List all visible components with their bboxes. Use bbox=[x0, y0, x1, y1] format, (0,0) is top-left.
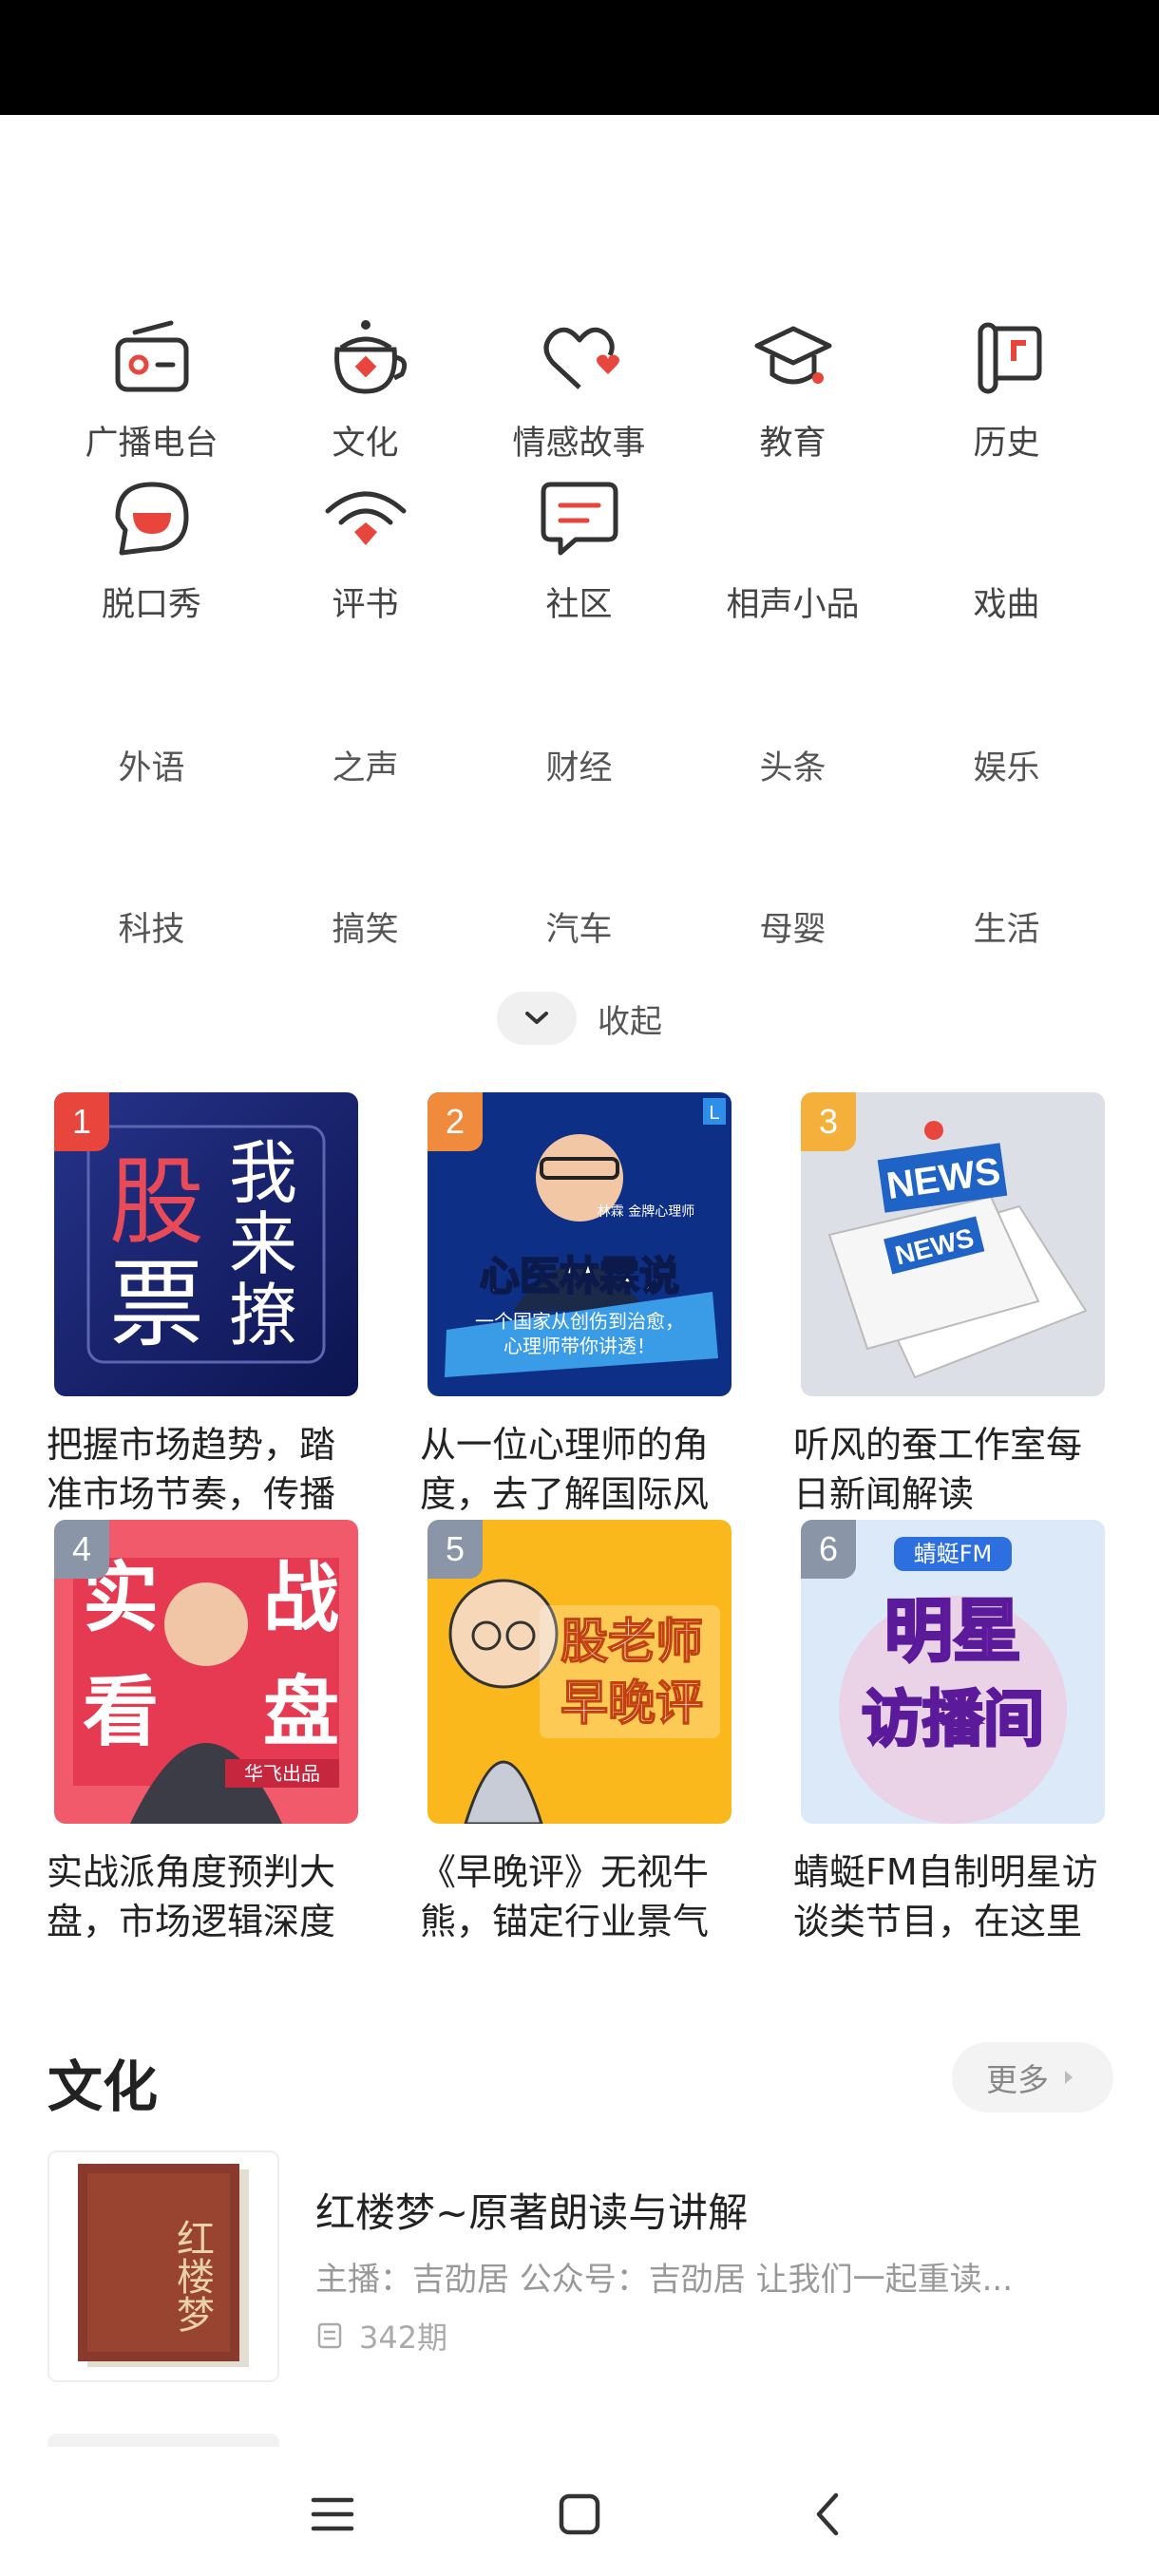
chat-lines-icon bbox=[541, 482, 618, 556]
scroll-icon bbox=[978, 322, 1041, 394]
collapse-button[interactable] bbox=[497, 992, 577, 1045]
album-title[interactable]: 实战派角度预判大盘，市场逻辑深度 bbox=[47, 1847, 366, 1946]
rank-badge: 3 bbox=[801, 1092, 856, 1151]
category-label: 生活 bbox=[973, 911, 1040, 949]
menu-button[interactable] bbox=[290, 2472, 375, 2557]
rank-badge: 1 bbox=[54, 1092, 109, 1151]
back-button[interactable] bbox=[784, 2472, 869, 2557]
cover-text: 红楼梦 bbox=[170, 2219, 214, 2333]
rank-badge: 2 bbox=[428, 1092, 483, 1151]
episode-count: 342期 bbox=[315, 2314, 447, 2358]
home-button[interactable] bbox=[537, 2472, 622, 2557]
album-cover[interactable]: 蜻蜓FM 明星 访播间 6 bbox=[801, 1520, 1105, 1824]
category-grid: 广播电台 文化 情感故事 教育 历史 脱口秀 评书 社区 相声小品 戏曲 外语 … bbox=[0, 294, 1159, 949]
album-cover[interactable]: 股 票 我 来 撩 1 bbox=[54, 1092, 358, 1396]
album-cover[interactable]: 实 战 看 盘 华飞出品 4 bbox=[54, 1520, 358, 1824]
cover-text: 访播间 bbox=[862, 1685, 1044, 1755]
cover-text: 明星 bbox=[884, 1591, 1021, 1671]
album-title[interactable]: 《早晚评》无视牛熊，锚定行业景气 bbox=[420, 1847, 739, 1946]
more-label: 更多 bbox=[986, 2061, 1049, 2098]
cover-text: 股老师 bbox=[560, 1614, 703, 1669]
category-row: 广播电台 文化 情感故事 教育 历史 bbox=[0, 294, 1159, 463]
album-title[interactable]: 红楼梦~原著朗读与讲解 bbox=[315, 2181, 748, 2239]
cover-text: 撩 bbox=[229, 1276, 297, 1355]
home-square-icon bbox=[559, 2493, 600, 2535]
menu-icon bbox=[311, 2497, 354, 2531]
graduation-cap-icon bbox=[754, 326, 831, 385]
album-title[interactable]: 听风的蚕工作室每日新闻解读 bbox=[793, 1420, 1112, 1519]
category-label: 母婴 bbox=[759, 911, 826, 949]
next-album-peek bbox=[48, 2434, 279, 2447]
cover-text: 一个国家从创伤到治愈， bbox=[475, 1310, 684, 1333]
album-cover[interactable]: L 林霖 金牌心理师 心医林霖说 一个国家从创伤到治愈， 心理师带你讲透！ 2 bbox=[428, 1092, 732, 1396]
cover-text: 战 bbox=[263, 1554, 339, 1642]
cover-text: 林霖 金牌心理师 bbox=[598, 1203, 694, 1220]
cover-text: 心医林霖说 bbox=[480, 1253, 679, 1299]
heart-chat-icon bbox=[543, 327, 619, 389]
more-button[interactable]: 更多 bbox=[952, 2042, 1113, 2112]
collapse-toggle[interactable]: 收起 bbox=[497, 992, 687, 1045]
rank-badge: 4 bbox=[54, 1520, 109, 1579]
cover-text: 我 bbox=[229, 1133, 297, 1213]
wifi-fan-icon bbox=[325, 491, 406, 545]
book-cover: 红楼梦 bbox=[49, 2152, 277, 2380]
album-list-item[interactable]: 红楼梦 红楼梦~原著朗读与讲解 主播：吉劭居 公众号：吉劭居 让我们一起重读..… bbox=[48, 2150, 1121, 2382]
cover-text: 早晚评 bbox=[560, 1676, 703, 1731]
category-row: 科技 搞笑 汽车 母婴 生活 bbox=[0, 779, 1159, 949]
cover-text: 来 bbox=[229, 1204, 297, 1284]
cover-text: 华飞出品 bbox=[244, 1762, 320, 1785]
category-label: 汽车 bbox=[545, 911, 613, 949]
collapse-label: 收起 bbox=[598, 1002, 662, 1041]
album-title[interactable]: 把握市场趋势，踏准市场节奏，传播 bbox=[47, 1420, 366, 1519]
category-label: 科技 bbox=[118, 911, 185, 949]
cover-text: 股 bbox=[109, 1146, 204, 1258]
album-cover[interactable]: 股老师 早晚评 5 bbox=[428, 1520, 732, 1824]
category-label: 搞笑 bbox=[332, 911, 399, 949]
album-description: 主播：吉劭居 公众号：吉劭居 让我们一起重读... bbox=[315, 2261, 1014, 2299]
chevron-down-icon bbox=[525, 1012, 548, 1024]
album-title[interactable]: 从一位心理师的角度，去了解国际风 bbox=[420, 1420, 739, 1519]
album-thumbnail[interactable]: 红楼梦 bbox=[48, 2150, 279, 2382]
episode-count-text: 342期 bbox=[359, 2320, 448, 2356]
cover-text: 蜻蜓FM bbox=[914, 1541, 993, 1567]
album-cover[interactable]: NEWS NEWS 3 bbox=[801, 1092, 1105, 1396]
list-icon bbox=[317, 2322, 342, 2349]
status-bar bbox=[0, 0, 1159, 115]
back-chevron-icon bbox=[816, 2492, 839, 2536]
chevron-right-icon bbox=[1065, 2071, 1073, 2084]
section-title: 文化 bbox=[48, 2055, 159, 2119]
mouth-bubble-icon bbox=[115, 482, 188, 556]
rank-badge: 6 bbox=[801, 1520, 856, 1579]
category-row: 脱口秀 评书 社区 相声小品 戏曲 bbox=[0, 456, 1159, 624]
radio-icon bbox=[115, 320, 188, 392]
cover-text: 盘 bbox=[263, 1668, 339, 1756]
cover-text: 票 bbox=[109, 1249, 204, 1360]
cover-text: 心理师带你讲透！ bbox=[504, 1335, 656, 1357]
category-row: 外语 之声 财经 头条 娱乐 bbox=[0, 617, 1159, 787]
album-title[interactable]: 蜻蜓FM自制明星访谈类节目，在这里 bbox=[793, 1847, 1112, 1946]
cover-text: 看 bbox=[83, 1668, 159, 1756]
system-nav-bar bbox=[0, 2447, 1159, 2576]
rank-badge: 5 bbox=[428, 1520, 483, 1579]
cover-text: L bbox=[709, 1103, 719, 1124]
teapot-icon bbox=[333, 320, 407, 394]
